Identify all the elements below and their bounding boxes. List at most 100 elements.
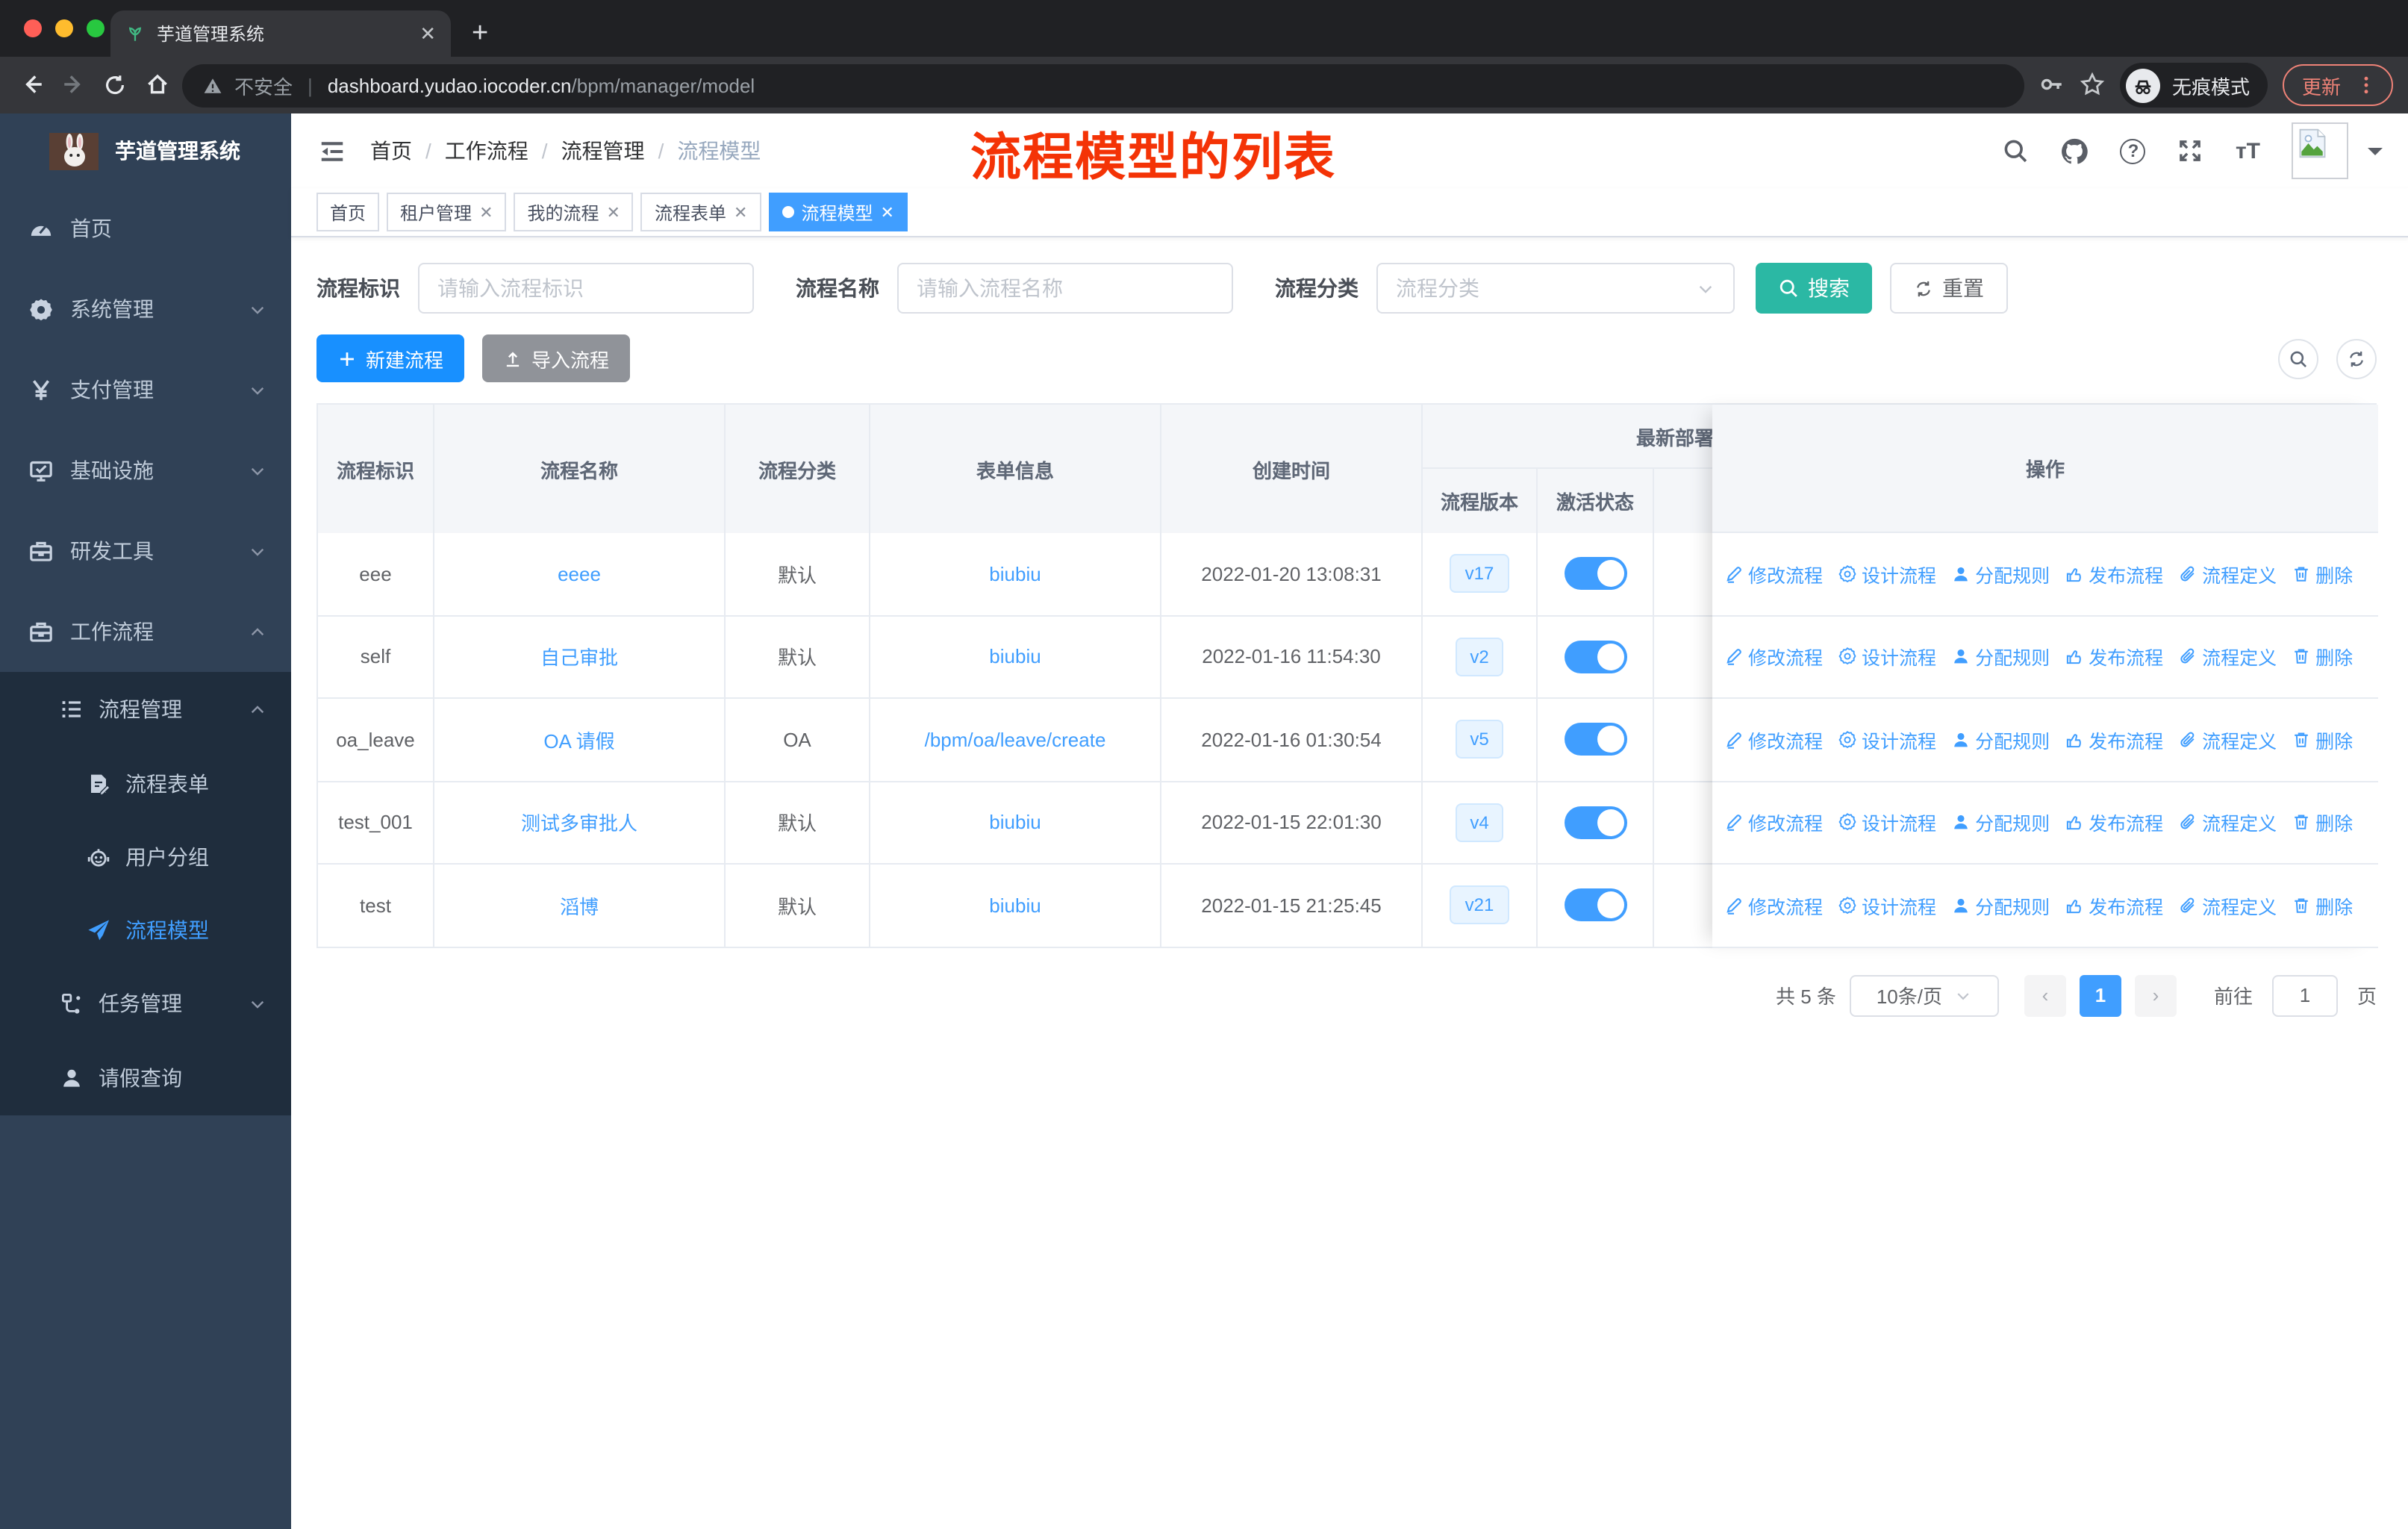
edit-process-link[interactable]: 修改流程	[1724, 891, 1823, 920]
close-tag-icon[interactable]: ✕	[607, 202, 620, 222]
github-icon[interactable]	[2061, 137, 2089, 165]
process-id-input[interactable]	[418, 263, 754, 314]
minimize-window-button[interactable]	[55, 19, 73, 37]
assign-rule-link[interactable]: 分配规则	[1951, 643, 2050, 671]
delete-link[interactable]: 删除	[2292, 891, 2353, 920]
active-toggle[interactable]	[1564, 806, 1626, 839]
delete-link[interactable]: 删除	[2292, 726, 2353, 754]
next-page-button[interactable]: ›	[2134, 974, 2177, 1016]
search-icon[interactable]	[2003, 137, 2030, 164]
design-process-link[interactable]: 设计流程	[1838, 809, 1936, 837]
search-button[interactable]: 搜索	[1756, 263, 1872, 314]
close-tab-icon[interactable]: ✕	[419, 22, 436, 46]
process-name-link[interactable]: 滔博	[560, 891, 599, 920]
sidebar-item-workflow[interactable]: 工作流程	[0, 591, 291, 672]
form-info-link[interactable]: /bpm/oa/leave/create	[925, 729, 1106, 751]
new-tab-button[interactable]: +	[472, 18, 488, 51]
process-name-link[interactable]: 测试多审批人	[521, 809, 637, 837]
process-name-link[interactable]: eeee	[558, 563, 601, 585]
maximize-window-button[interactable]	[87, 19, 105, 37]
active-toggle[interactable]	[1564, 640, 1626, 673]
delete-link[interactable]: 删除	[2292, 809, 2353, 837]
home-icon[interactable]	[140, 72, 173, 99]
active-toggle[interactable]	[1564, 557, 1626, 591]
tag-home[interactable]: 首页	[316, 193, 380, 231]
delete-link[interactable]: 删除	[2292, 643, 2353, 671]
sidebar-item-process-form[interactable]: 流程表单	[0, 747, 291, 820]
address-bar[interactable]: 不安全 | dashboard.yudao.iocoder.cn/bpm/man…	[182, 63, 2024, 107]
close-tag-icon[interactable]: ✕	[880, 202, 893, 222]
sidebar-item-dev-tools[interactable]: 研发工具	[0, 511, 291, 591]
design-process-link[interactable]: 设计流程	[1838, 891, 1936, 920]
back-icon[interactable]	[15, 72, 48, 99]
process-name-input[interactable]	[897, 263, 1233, 314]
tag-process-form[interactable]: 流程表单 ✕	[640, 193, 761, 231]
active-toggle[interactable]	[1564, 888, 1626, 922]
form-info-link[interactable]: biubiu	[989, 563, 1041, 585]
assign-rule-link[interactable]: 分配规则	[1951, 726, 2050, 754]
browser-menu-kebab-icon[interactable]	[2356, 75, 2377, 96]
collapse-sidebar-icon[interactable]	[318, 137, 346, 165]
edit-process-link[interactable]: 修改流程	[1724, 643, 1823, 671]
publish-process-link[interactable]: 发布流程	[2065, 809, 2163, 837]
process-name-link[interactable]: OA 请假	[543, 726, 614, 754]
design-process-link[interactable]: 设计流程	[1838, 726, 1936, 754]
sidebar-item-user-group[interactable]: 用户分组	[0, 820, 291, 893]
avatar[interactable]	[2292, 122, 2348, 179]
sidebar-item-process-mgmt[interactable]: 流程管理	[0, 672, 291, 747]
help-icon[interactable]: ?	[2120, 138, 2146, 164]
macos-window-controls[interactable]	[24, 19, 105, 37]
process-name-link[interactable]: 自己审批	[540, 643, 618, 671]
refresh-table-button[interactable]	[2336, 338, 2377, 379]
publish-process-link[interactable]: 发布流程	[2065, 891, 2163, 920]
app-logo-row[interactable]: 芋道管理系统	[0, 113, 291, 188]
key-icon[interactable]	[2039, 72, 2065, 99]
font-size-icon[interactable]: ᴛT	[2236, 138, 2260, 164]
reload-icon[interactable]	[99, 72, 131, 99]
publish-process-link[interactable]: 发布流程	[2065, 726, 2163, 754]
sidebar-item-infrastructure[interactable]: 基础设施	[0, 430, 291, 511]
form-info-link[interactable]: biubiu	[989, 812, 1041, 834]
process-definition-link[interactable]: 流程定义	[2178, 809, 2277, 837]
close-window-button[interactable]	[24, 19, 42, 37]
design-process-link[interactable]: 设计流程	[1838, 643, 1936, 671]
create-process-button[interactable]: 新建流程	[316, 334, 465, 382]
publish-process-link[interactable]: 发布流程	[2065, 560, 2163, 588]
edit-process-link[interactable]: 修改流程	[1724, 560, 1823, 588]
edit-process-link[interactable]: 修改流程	[1724, 726, 1823, 754]
tag-my-process[interactable]: 我的流程 ✕	[514, 193, 634, 231]
avatar-caret-down-icon[interactable]	[2368, 147, 2383, 162]
page-size-select[interactable]: 10条/页	[1849, 974, 1999, 1016]
design-process-link[interactable]: 设计流程	[1838, 560, 1936, 588]
sidebar-item-home[interactable]: 首页	[0, 188, 291, 269]
process-definition-link[interactable]: 流程定义	[2178, 726, 2277, 754]
assign-rule-link[interactable]: 分配规则	[1951, 809, 2050, 837]
process-definition-link[interactable]: 流程定义	[2178, 560, 2277, 588]
current-page-button[interactable]: 1	[2079, 974, 2121, 1016]
tag-process-model[interactable]: 流程模型 ✕	[768, 193, 908, 231]
prev-page-button[interactable]: ‹	[2024, 974, 2066, 1016]
close-tag-icon[interactable]: ✕	[734, 202, 747, 222]
assign-rule-link[interactable]: 分配规则	[1951, 560, 2050, 588]
active-toggle[interactable]	[1564, 723, 1626, 756]
form-info-link[interactable]: biubiu	[989, 646, 1041, 668]
assign-rule-link[interactable]: 分配规则	[1951, 891, 2050, 920]
import-process-button[interactable]: 导入流程	[482, 334, 631, 382]
chrome-update-button[interactable]: 更新	[2282, 64, 2393, 106]
publish-process-link[interactable]: 发布流程	[2065, 643, 2163, 671]
process-category-select[interactable]: 流程分类	[1376, 263, 1735, 314]
breadcrumb-process-mgmt[interactable]: 流程管理	[561, 136, 645, 166]
edit-process-link[interactable]: 修改流程	[1724, 809, 1823, 837]
sidebar-item-process-model[interactable]: 流程模型	[0, 893, 291, 966]
breadcrumb-workflow[interactable]: 工作流程	[445, 136, 528, 166]
bookmark-star-icon[interactable]	[2080, 72, 2105, 99]
sidebar-item-task-mgmt[interactable]: 任务管理	[0, 966, 291, 1041]
form-info-link[interactable]: biubiu	[989, 894, 1041, 917]
process-definition-link[interactable]: 流程定义	[2178, 643, 2277, 671]
close-tag-icon[interactable]: ✕	[479, 202, 493, 222]
breadcrumb-home[interactable]: 首页	[370, 136, 412, 166]
process-definition-link[interactable]: 流程定义	[2178, 891, 2277, 920]
browser-tab[interactable]: 芋道管理系统 ✕	[110, 10, 451, 57]
toggle-search-button[interactable]	[2278, 338, 2318, 379]
sidebar-item-leave-query[interactable]: 请假查询	[0, 1041, 291, 1115]
